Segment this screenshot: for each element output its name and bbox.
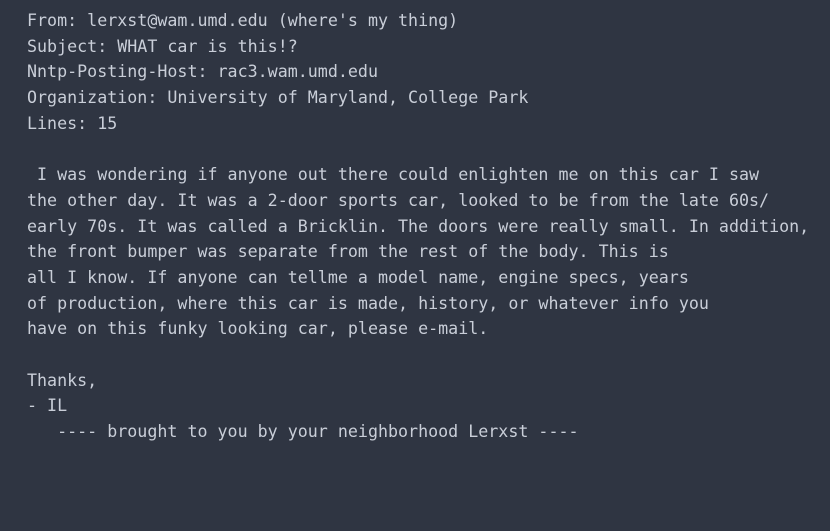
- email-header: From: lerxst@wam.umd.edu (where's my thi…: [27, 8, 823, 136]
- email-signature: Thanks, - IL ---- brought to you by your…: [27, 368, 823, 445]
- body-line: the other day. It was a 2-door sports ca…: [27, 190, 770, 210]
- body-line: have on this funky looking car, please e…: [27, 319, 489, 339]
- signature-name: - IL: [27, 396, 68, 416]
- email-body: I was wondering if anyone out there coul…: [27, 162, 823, 342]
- body-line: I was wondering if anyone out there coul…: [27, 165, 760, 185]
- from-line: From: lerxst@wam.umd.edu (where's my thi…: [27, 11, 459, 30]
- body-line: early 70s. It was called a Bricklin. The…: [27, 216, 810, 236]
- posting-host-line: Nntp-Posting-Host: rac3.wam.umd.edu: [27, 62, 378, 82]
- email-message: From: lerxst@wam.umd.edu (where's my thi…: [27, 8, 823, 445]
- subject-line: Subject: WHAT car is this!?: [27, 36, 298, 56]
- signature-thanks: Thanks,: [27, 370, 98, 390]
- body-line: the front bumper was separate from the r…: [27, 242, 669, 262]
- lines-count-line: Lines: 15: [27, 113, 118, 133]
- body-line: all I know. If anyone can tellme a model…: [27, 267, 689, 287]
- organization-line: Organization: University of Maryland, Co…: [27, 88, 529, 108]
- body-line: of production, where this car is made, h…: [27, 293, 709, 313]
- signature-tagline: ---- brought to you by your neighborhood…: [27, 422, 579, 441]
